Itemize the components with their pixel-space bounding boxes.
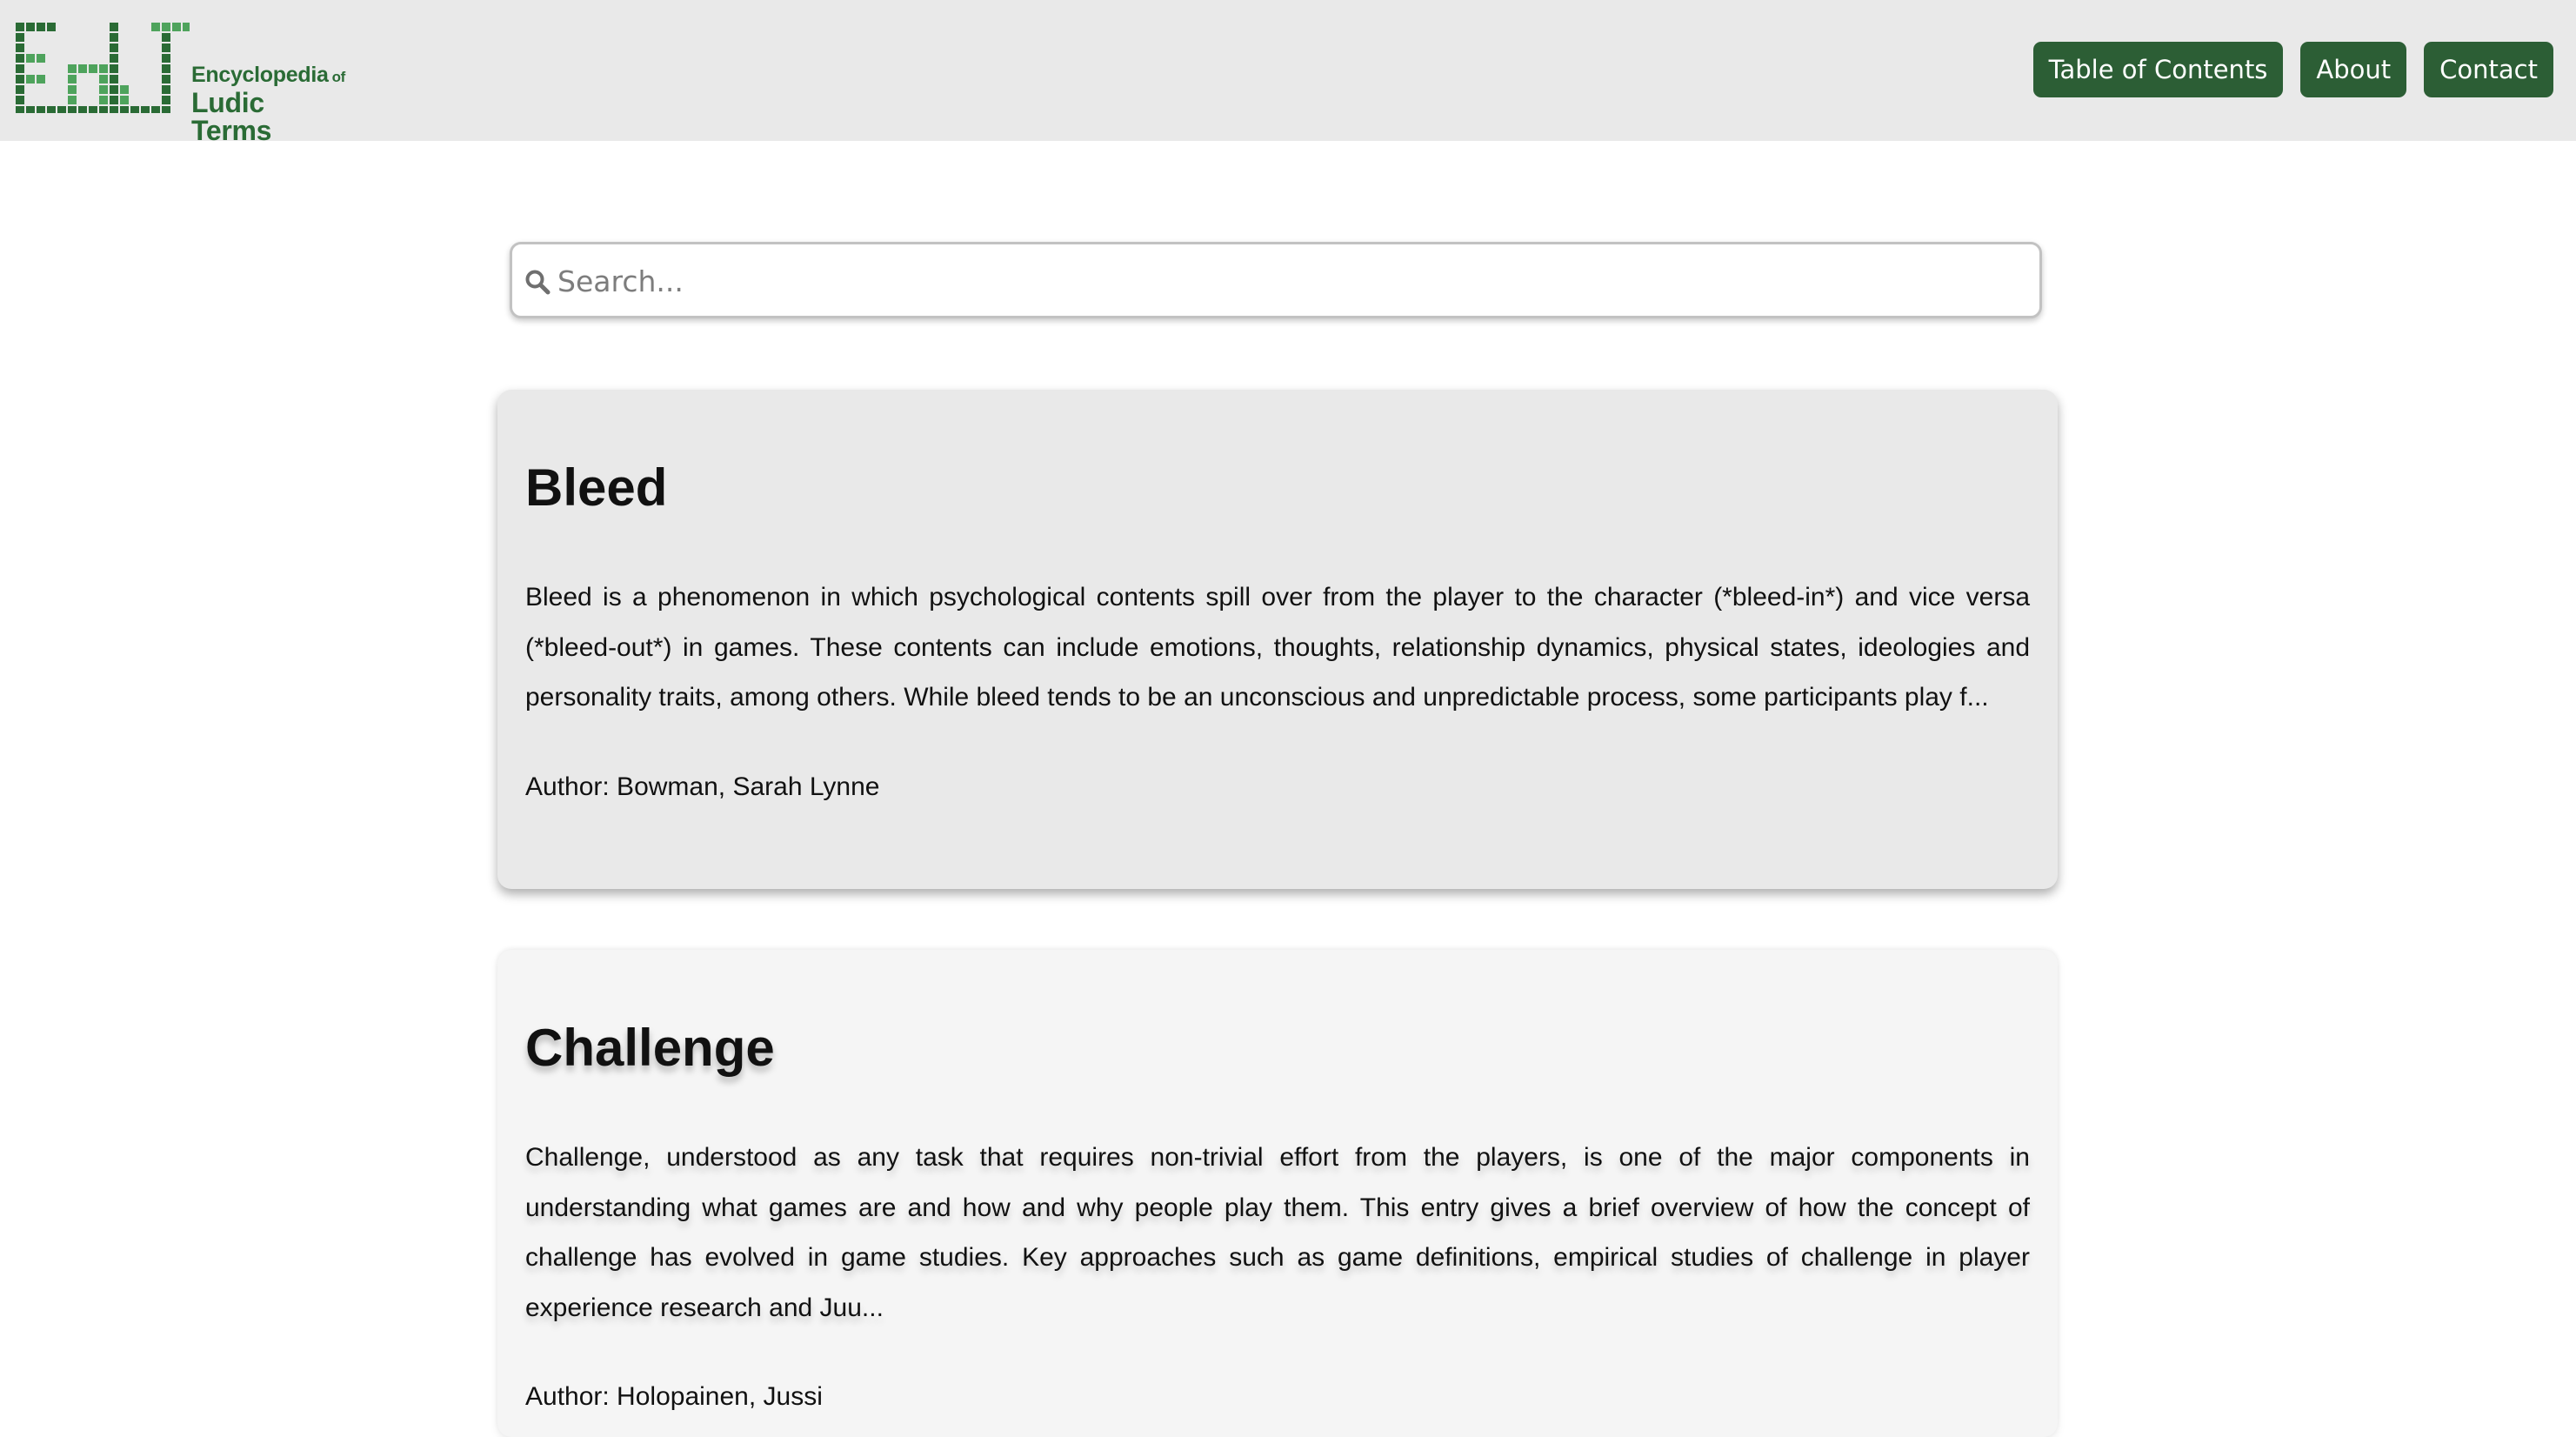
logo-block bbox=[37, 54, 45, 63]
logo-block bbox=[26, 23, 35, 31]
logo-block bbox=[78, 106, 87, 113]
logo-block bbox=[68, 106, 77, 113]
logo-block bbox=[162, 96, 170, 104]
logo-block bbox=[162, 106, 170, 113]
search-box bbox=[510, 242, 2042, 318]
search-input[interactable] bbox=[556, 244, 2029, 317]
logo-line2: Ludic Terms bbox=[191, 87, 272, 146]
logo-block bbox=[162, 85, 170, 94]
logo-block bbox=[151, 23, 160, 31]
logo-block bbox=[110, 33, 118, 42]
logo-block bbox=[162, 33, 170, 42]
logo-block bbox=[16, 75, 24, 84]
nav-about-button[interactable]: About bbox=[2300, 42, 2407, 97]
logo-block bbox=[120, 85, 129, 94]
logo-block bbox=[120, 106, 129, 113]
logo-block bbox=[89, 64, 97, 73]
logo-of: of bbox=[331, 69, 346, 85]
logo-block bbox=[68, 85, 77, 94]
logo-block bbox=[16, 96, 24, 104]
logo-line1: Encyclopedia bbox=[191, 63, 329, 87]
logo-block bbox=[151, 106, 160, 113]
entry-excerpt: Bleed is a phenomenon in which psycholog… bbox=[525, 583, 2030, 712]
logo-block bbox=[183, 23, 190, 31]
logo-block bbox=[99, 64, 108, 73]
logo-block bbox=[162, 75, 170, 84]
search-icon bbox=[525, 270, 551, 295]
logo-block bbox=[99, 96, 108, 104]
logo-block bbox=[110, 43, 118, 52]
logo-block bbox=[172, 23, 181, 31]
entry-card-challenge[interactable]: Challenge Challenge, understood as any t… bbox=[497, 950, 2058, 1437]
logo-mark-icon bbox=[16, 23, 190, 113]
logo-block bbox=[162, 43, 170, 52]
entry-title[interactable]: Bleed bbox=[525, 390, 2030, 517]
logo-block bbox=[16, 23, 24, 31]
logo-block bbox=[47, 23, 56, 31]
entry-excerpt: Challenge, understood as any task that r… bbox=[525, 1143, 2030, 1322]
logo-block bbox=[110, 85, 118, 94]
logo-block bbox=[110, 75, 118, 84]
logo-block bbox=[110, 23, 118, 31]
logo-block bbox=[99, 75, 108, 84]
nav-contact-button[interactable]: Contact bbox=[2424, 42, 2553, 97]
logo-wordmark: Encyclopedia of Ludic Terms bbox=[191, 63, 346, 146]
logo-block bbox=[162, 64, 170, 73]
logo-block bbox=[99, 85, 108, 94]
logo-block bbox=[68, 64, 77, 73]
logo-block bbox=[16, 106, 24, 113]
logo-block bbox=[37, 75, 45, 84]
site-header: Encyclopedia of Ludic Terms Table of Cont… bbox=[0, 0, 2576, 144]
logo-block bbox=[141, 106, 150, 113]
logo-block bbox=[89, 106, 97, 113]
entry-title[interactable]: Challenge bbox=[525, 950, 2030, 1077]
logo-block bbox=[37, 106, 45, 113]
entry-author: Author: Holopainen, Jussi bbox=[525, 1382, 823, 1411]
entry-author: Author: Bowman, Sarah Lynne bbox=[525, 772, 880, 801]
logo-block bbox=[120, 96, 129, 104]
logo-block bbox=[110, 106, 118, 113]
logo-block bbox=[47, 106, 56, 113]
logo-block bbox=[26, 54, 35, 63]
logo-block bbox=[110, 96, 118, 104]
logo-block bbox=[110, 64, 118, 73]
logo-block bbox=[16, 43, 24, 52]
logo-block bbox=[162, 54, 170, 63]
logo-block bbox=[57, 106, 66, 113]
main-nav: Table of Contents About Contact bbox=[2032, 42, 2553, 97]
logo-block bbox=[99, 106, 108, 113]
logo-block bbox=[26, 106, 35, 113]
logo-block bbox=[130, 106, 139, 113]
logo-block bbox=[16, 85, 24, 94]
nav-table-of-contents-button[interactable]: Table of Contents bbox=[2032, 42, 2284, 97]
site-logo[interactable]: Encyclopedia of Ludic Terms bbox=[16, 23, 345, 144]
entry-card-bleed[interactable]: Bleed Bleed is a phenomenon in which psy… bbox=[497, 390, 2058, 889]
logo-block bbox=[162, 23, 170, 31]
logo-block bbox=[78, 64, 87, 73]
logo-block bbox=[68, 75, 77, 84]
logo-block bbox=[16, 33, 24, 42]
logo-block bbox=[37, 23, 45, 31]
logo-block bbox=[26, 75, 35, 84]
logo-block bbox=[68, 96, 77, 104]
logo-block bbox=[110, 54, 118, 63]
logo-block bbox=[16, 54, 24, 63]
logo-block bbox=[16, 64, 24, 73]
